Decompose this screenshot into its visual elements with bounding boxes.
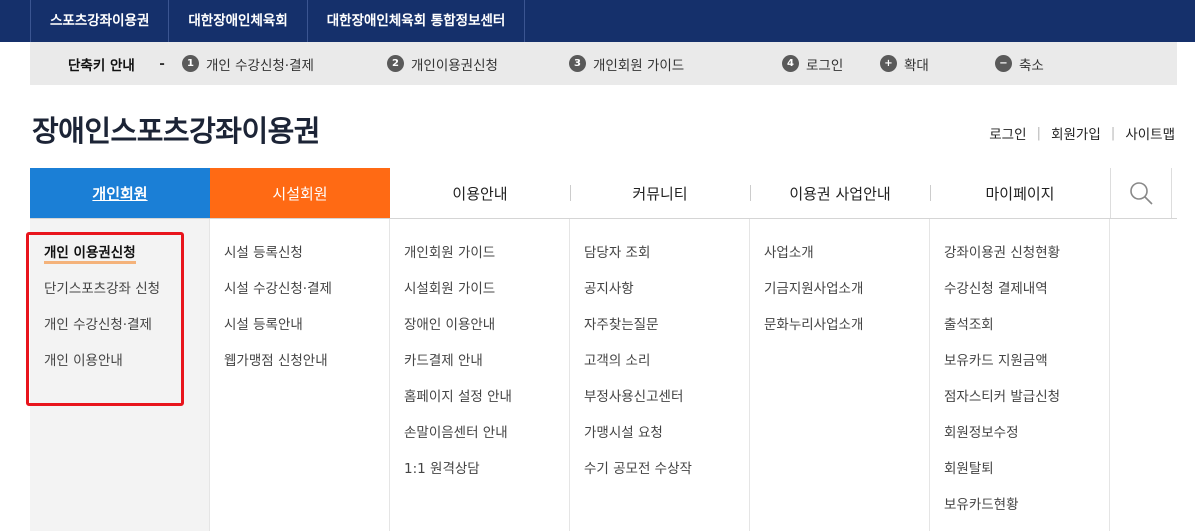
menu-link[interactable]: 장애인 이용안내 bbox=[404, 315, 569, 351]
shortcut-text: 로그인 bbox=[806, 57, 844, 74]
login-link[interactable]: 로그인 bbox=[989, 123, 1026, 143]
shortcut-text: 축소 bbox=[1019, 57, 1044, 74]
zoom-in-shortcut[interactable]: + 확대 bbox=[880, 54, 995, 74]
plus-icon: + bbox=[880, 55, 897, 72]
divider: | bbox=[1110, 125, 1116, 141]
menu-link[interactable]: 1:1 원격상담 bbox=[404, 459, 569, 495]
nav-voucher-business[interactable]: 이용권 사업안내 bbox=[750, 168, 930, 218]
nav-usage-guide[interactable]: 이용안내 bbox=[390, 168, 570, 218]
shortcut-item-4[interactable]: 4 로그인 bbox=[782, 54, 880, 74]
shortcut-bar: 단축키 안내 - 1 개인 수강신청·결제 2 개인이용권신청 3 개인회원 가… bbox=[30, 42, 1177, 85]
menu-link[interactable]: 점자스티커 발급신청 bbox=[944, 387, 1109, 423]
minus-icon: − bbox=[995, 55, 1012, 72]
menu-link[interactable]: 공지사항 bbox=[584, 279, 749, 315]
menu-column-mypage: 강좌이용권 신청현황 수강신청 결제내역 출석조회 보유카드 지원금액 점자스티… bbox=[930, 219, 1110, 531]
nav-community[interactable]: 커뮤니티 bbox=[570, 168, 750, 218]
menu-link[interactable]: 시설회원 가이드 bbox=[404, 279, 569, 315]
menu-link[interactable]: 수강신청 결제내역 bbox=[944, 279, 1109, 315]
menu-link[interactable]: 자주찾는질문 bbox=[584, 315, 749, 351]
shortcut-text: 확대 bbox=[904, 57, 929, 74]
top-tab-sports-voucher[interactable]: 스포츠강좌이용권 bbox=[30, 0, 170, 42]
zoom-out-shortcut[interactable]: − 축소 bbox=[995, 54, 1044, 74]
menu-link[interactable]: 보유카드현황 bbox=[944, 495, 1109, 531]
menu-link[interactable]: 회원탈퇴 bbox=[944, 459, 1109, 495]
divider: | bbox=[1036, 125, 1042, 141]
menu-column-usage: 개인회원 가이드 시설회원 가이드 장애인 이용안내 카드결제 안내 홈페이지 … bbox=[390, 219, 570, 531]
menu-link[interactable]: 부정사용신고센터 bbox=[584, 387, 749, 423]
menu-link[interactable]: 문화누리사업소개 bbox=[764, 315, 929, 351]
menu-link[interactable]: 손말이음센터 안내 bbox=[404, 423, 569, 459]
menu-link[interactable]: 개인회원 가이드 bbox=[404, 243, 569, 279]
menu-link[interactable]: 고객의 소리 bbox=[584, 351, 749, 387]
menu-link[interactable]: 카드결제 안내 bbox=[404, 351, 569, 387]
shortcut-text: 개인이용권신청 bbox=[411, 57, 498, 74]
menu-column-community: 담당자 조회 공지사항 자주찾는질문 고객의 소리 부정사용신고센터 가맹시설 … bbox=[570, 219, 750, 531]
search-button[interactable] bbox=[1110, 168, 1172, 218]
main-nav: 개인회원 시설회원 이용안내 커뮤니티 이용권 사업안내 마이페이지 bbox=[30, 168, 1177, 219]
number-3-icon: 3 bbox=[569, 55, 586, 72]
shortcut-text: 개인 수강신청·결제 bbox=[206, 57, 314, 74]
shortcut-item-1[interactable]: 1 개인 수강신청·결제 bbox=[182, 54, 387, 74]
menu-link[interactable]: 회원정보수정 bbox=[944, 423, 1109, 459]
menu-link[interactable]: 시설 등록신청 bbox=[224, 243, 389, 279]
menu-link[interactable]: 담당자 조회 bbox=[584, 243, 749, 279]
menu-link[interactable]: 수기 공모전 수상작 bbox=[584, 459, 749, 495]
number-4-icon: 4 bbox=[782, 55, 799, 72]
menu-column-business: 사업소개 기금지원사업소개 문화누리사업소개 bbox=[750, 219, 930, 531]
utility-links: 로그인 | 회원가입 | 사이트맵 bbox=[989, 123, 1175, 143]
menu-link[interactable]: 강좌이용권 신청현황 bbox=[944, 243, 1109, 279]
menu-column-facility: 시설 등록신청 시설 수강신청·결제 시설 등록안내 웹가맹점 신청안내 bbox=[210, 219, 390, 531]
sitemap-link[interactable]: 사이트맵 bbox=[1125, 123, 1175, 143]
signup-link[interactable]: 회원가입 bbox=[1051, 123, 1101, 143]
shortcut-item-2[interactable]: 2 개인이용권신청 bbox=[387, 54, 569, 74]
nav-individual-member[interactable]: 개인회원 bbox=[30, 168, 210, 218]
top-bar: 스포츠강좌이용권 대한장애인체육회 대한장애인체육회 통합정보센터 bbox=[0, 0, 1195, 42]
menu-link[interactable]: 기금지원사업소개 bbox=[764, 279, 929, 315]
nav-mypage[interactable]: 마이페이지 bbox=[930, 168, 1110, 218]
shortcut-label: 단축키 안내 bbox=[68, 57, 135, 74]
menu-link[interactable]: 시설 수강신청·결제 bbox=[224, 279, 389, 315]
top-tab-info-center[interactable]: 대한장애인체육회 통합정보센터 bbox=[308, 0, 526, 42]
highlight-box bbox=[26, 232, 184, 406]
mega-menu: 개인 이용권신청 단기스포츠강좌 신청 개인 수강신청·결제 개인 이용안내 시… bbox=[30, 219, 1177, 531]
shortcut-dash: - bbox=[159, 55, 165, 72]
menu-link[interactable]: 사업소개 bbox=[764, 243, 929, 279]
shortcut-item-3[interactable]: 3 개인회원 가이드 bbox=[569, 54, 782, 74]
menu-link[interactable]: 시설 등록안내 bbox=[224, 315, 389, 351]
menu-link[interactable]: 웹가맹점 신청안내 bbox=[224, 351, 389, 387]
search-icon bbox=[1130, 182, 1153, 205]
number-2-icon: 2 bbox=[387, 55, 404, 72]
nav-facility-member[interactable]: 시설회원 bbox=[210, 168, 390, 218]
menu-link[interactable]: 홈페이지 설정 안내 bbox=[404, 387, 569, 423]
menu-link[interactable]: 보유카드 지원금액 bbox=[944, 351, 1109, 387]
menu-link[interactable]: 가맹시설 요청 bbox=[584, 423, 749, 459]
menu-link[interactable]: 출석조회 bbox=[944, 315, 1109, 351]
top-tab-kpc[interactable]: 대한장애인체육회 bbox=[169, 0, 308, 42]
number-1-icon: 1 bbox=[182, 55, 199, 72]
site-logo[interactable]: 장애인스포츠강좌이용권 bbox=[32, 108, 320, 150]
shortcut-text: 개인회원 가이드 bbox=[593, 57, 685, 74]
